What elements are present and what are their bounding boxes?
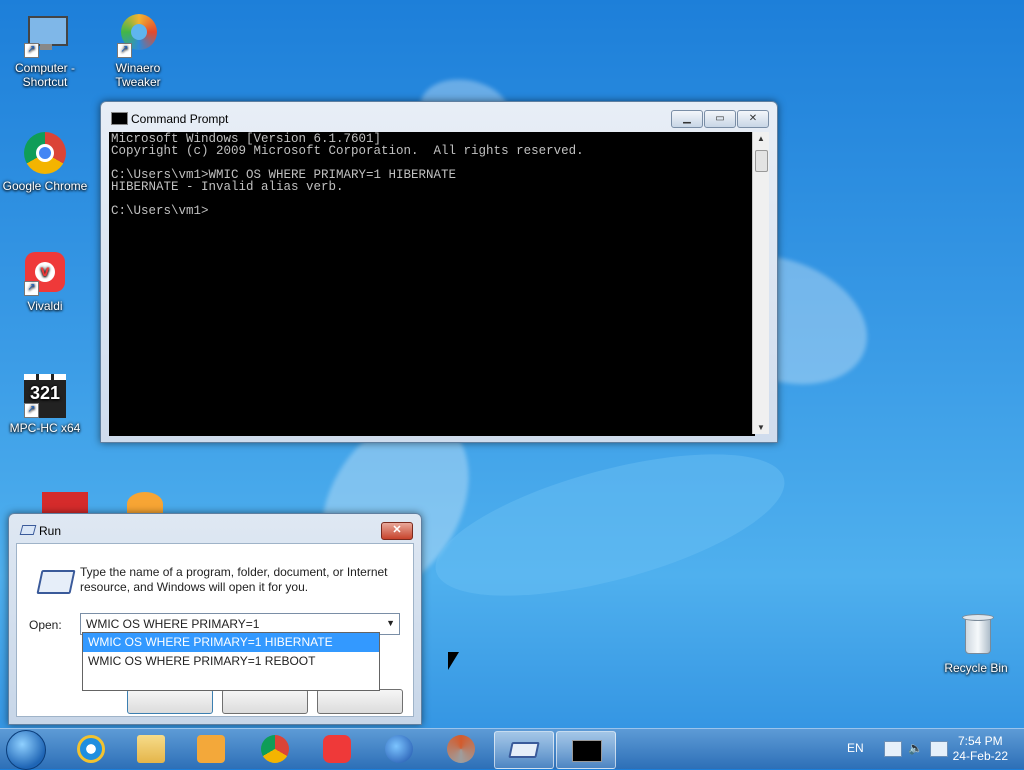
taskbar-vivaldi[interactable]: [308, 731, 366, 767]
scroll-up-icon[interactable]: ▲: [757, 134, 765, 143]
desktop-icon-label: Recycle Bin: [944, 661, 1008, 675]
recycle-bin-icon: [953, 612, 999, 658]
ok-button[interactable]: [127, 689, 213, 714]
desktop-icon-mpc-hc[interactable]: 321 ↗ MPC-HC x64: [0, 372, 90, 435]
taskbar-media-player[interactable]: [182, 731, 240, 767]
desktop-icon-label: MPC-HC x64: [9, 421, 81, 435]
start-button[interactable]: [6, 730, 46, 770]
run-large-icon: [36, 570, 76, 594]
autocomplete-item[interactable]: WMIC OS WHERE PRIMARY=1 REBOOT: [83, 652, 379, 671]
desktop-icon-google-chrome[interactable]: Google Chrome: [0, 130, 90, 193]
run-dialog[interactable]: Run ✕ Type the name of a program, folder…: [8, 513, 422, 725]
desktop-icon-label: Vivaldi: [27, 299, 63, 313]
cmd-title: Command Prompt: [131, 112, 229, 126]
winaero-tweaker-icon: ↗: [115, 12, 161, 58]
computer-icon: ↗: [22, 12, 68, 58]
system-tray: EN 🔈 7:54 PM 24-Feb-22: [824, 729, 1024, 769]
cmd-icon: [111, 112, 128, 125]
action-center-icon[interactable]: [884, 741, 902, 757]
network-icon[interactable]: [930, 741, 948, 757]
volume-icon[interactable]: 🔈: [908, 741, 924, 755]
command-prompt-window[interactable]: Command Prompt ▁ ▭ ✕ Microsoft Windows […: [100, 101, 778, 443]
taskbar-file-explorer[interactable]: [122, 731, 180, 767]
vertical-scrollbar[interactable]: ▲ ▼: [752, 132, 769, 434]
run-description: Type the name of a program, folder, docu…: [80, 565, 388, 594]
scroll-thumb[interactable]: [755, 150, 768, 172]
desktop-icon-winaero-tweaker[interactable]: ↗ Winaero Tweaker: [93, 12, 183, 89]
console-line: HIBERNATE - Invalid alias verb.: [111, 180, 344, 194]
vivaldi-icon: v ↗: [22, 250, 68, 296]
cancel-button[interactable]: [222, 689, 308, 714]
desktop-icon-label: Computer - Shortcut: [14, 61, 76, 89]
open-input[interactable]: WMIC OS WHERE PRIMARY=1: [86, 617, 259, 631]
media-player-icon: [197, 735, 225, 763]
close-button[interactable]: ✕: [381, 522, 413, 540]
chrome-icon: [261, 735, 289, 763]
desktop-icon-label: Winaero Tweaker: [115, 61, 161, 89]
desktop-icon-label: Google Chrome: [2, 179, 88, 193]
taskbar: EN 🔈 7:54 PM 24-Feb-22: [0, 728, 1024, 770]
language-indicator[interactable]: EN: [847, 741, 864, 755]
console-line: C:\Users\vm1>: [111, 204, 209, 218]
winaero-tweaker-icon: [447, 735, 475, 763]
clock-time: 7:54 PM: [957, 734, 1003, 748]
taskbar-thunderbird[interactable]: [370, 731, 428, 767]
clock-date: 24-Feb-22: [952, 749, 1008, 763]
vivaldi-icon: [323, 735, 351, 763]
taskbar-winaero-tweaker[interactable]: [432, 731, 490, 767]
cmd-titlebar[interactable]: Command Prompt ▁ ▭ ✕: [101, 102, 777, 130]
taskbar-run[interactable]: [494, 731, 554, 769]
chrome-icon: [22, 130, 68, 176]
internet-explorer-icon: [77, 735, 105, 763]
console-output[interactable]: Microsoft Windows [Version 6.1.7601] Copy…: [109, 132, 755, 436]
autocomplete-item[interactable]: WMIC OS WHERE PRIMARY=1 HIBERNATE: [83, 633, 379, 652]
maximize-button[interactable]: ▭: [704, 110, 736, 128]
file-explorer-icon: [137, 735, 165, 763]
mouse-cursor-icon: [448, 652, 459, 670]
cmd-icon: [572, 740, 602, 762]
autocomplete-list[interactable]: WMIC OS WHERE PRIMARY=1 HIBERNATE WMIC O…: [82, 632, 380, 691]
mpc-hc-icon: 321 ↗: [22, 372, 68, 418]
desktop-icon-vivaldi[interactable]: v ↗ Vivaldi: [0, 250, 90, 313]
close-button[interactable]: ✕: [737, 110, 769, 128]
open-label: Open:: [29, 618, 62, 632]
taskbar-internet-explorer[interactable]: [62, 731, 120, 767]
taskbar-cmd[interactable]: [556, 731, 616, 769]
thunderbird-icon: [385, 735, 413, 763]
taskbar-chrome[interactable]: [246, 731, 304, 767]
run-icon: [19, 525, 37, 535]
desktop-icon-recycle-bin[interactable]: Recycle Bin: [931, 612, 1021, 675]
minimize-button[interactable]: ▁: [671, 110, 703, 128]
console-line: Copyright (c) 2009 Microsoft Corporation…: [111, 144, 584, 158]
scroll-down-icon[interactable]: ▼: [757, 423, 765, 432]
clock[interactable]: 7:54 PM 24-Feb-22: [953, 734, 1008, 764]
wallpaper-leaf: [421, 425, 799, 625]
browse-button[interactable]: [317, 689, 403, 714]
run-title: Run: [39, 524, 62, 538]
chevron-down-icon[interactable]: ▼: [386, 618, 395, 628]
desktop-icon-computer[interactable]: ↗ Computer - Shortcut: [0, 12, 90, 89]
run-icon: [508, 742, 540, 758]
